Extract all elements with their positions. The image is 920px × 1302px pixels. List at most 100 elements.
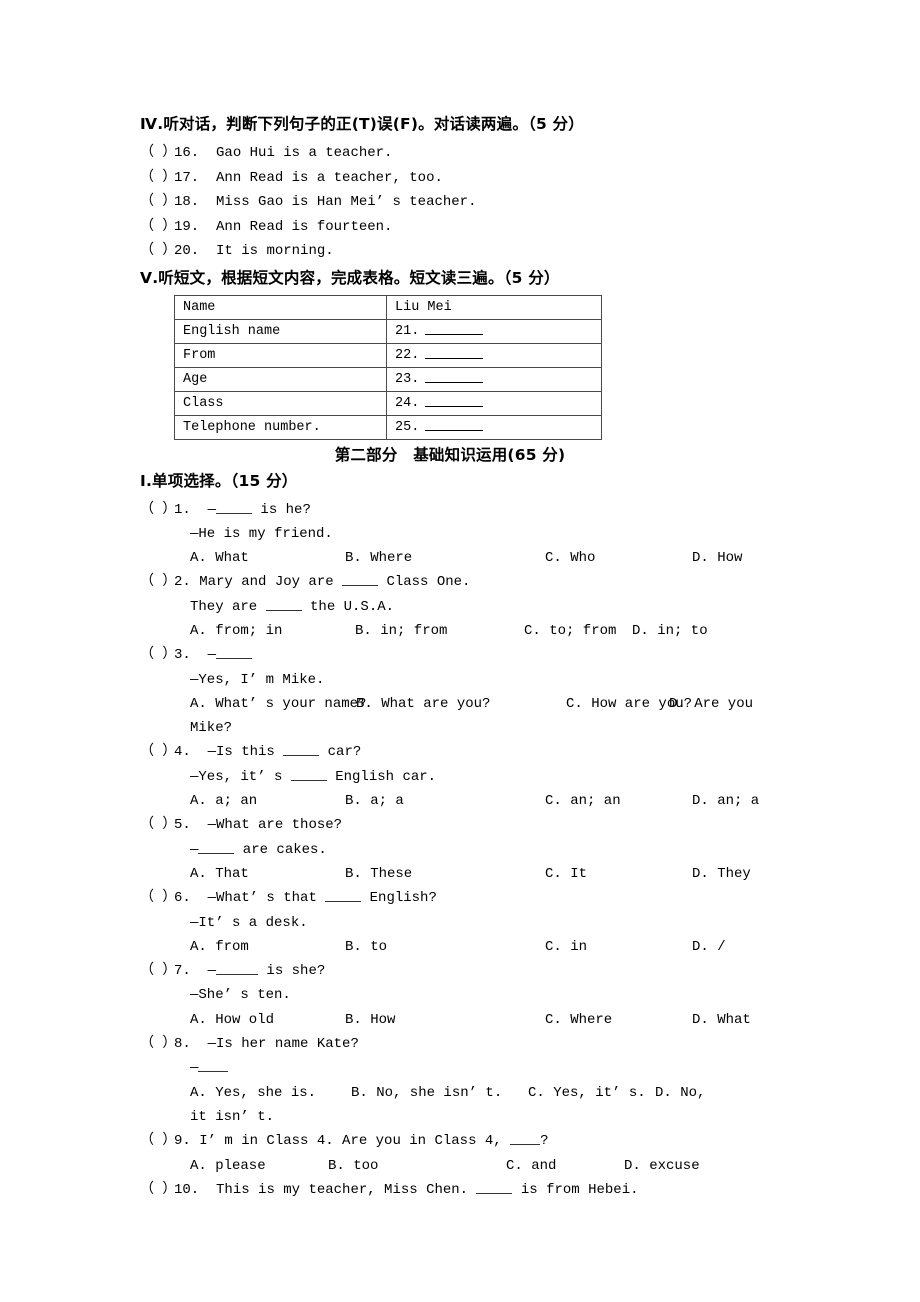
answer-blank[interactable] (342, 575, 379, 587)
list-item[interactable]: （ ）19. Ann Read is fourteen. (140, 215, 790, 240)
question-stem[interactable]: （ ）8. —Is her name Kate? (140, 1032, 790, 1056)
option-c[interactable]: C. to; from (524, 619, 632, 643)
option-c[interactable]: C. How are you? (566, 692, 692, 716)
answer-blank[interactable] (216, 648, 253, 660)
option-c[interactable]: C. an; an (545, 789, 692, 813)
question-number: 7. (174, 963, 191, 980)
option-a[interactable]: A. That (190, 862, 345, 886)
option-b[interactable]: B. These (345, 862, 545, 886)
answer-blank[interactable] (265, 600, 302, 611)
list-item[interactable]: （ ）18. Miss Gao is Han Mei’ s teacher. (140, 190, 790, 215)
answer-paren[interactable]: （ ） (140, 141, 176, 166)
answer-blank[interactable] (425, 347, 484, 359)
answer-paren[interactable]: （ ） (140, 1129, 176, 1153)
option-wrap-line: Mike? (190, 720, 233, 737)
answer-paren[interactable]: （ ） (140, 643, 176, 667)
option-a[interactable]: A. How old (190, 1008, 345, 1032)
option-b[interactable]: B. Where (345, 546, 545, 570)
answer-blank[interactable] (198, 1061, 229, 1073)
option-d[interactable]: D. No, (655, 1081, 705, 1105)
answer-paren[interactable]: （ ） (140, 239, 176, 264)
question-stem[interactable]: （ ）3. — (140, 643, 790, 667)
option-d[interactable]: D. Are you (669, 692, 753, 716)
option-d[interactable]: D. How (692, 546, 742, 570)
option-c[interactable]: C. Who (545, 546, 692, 570)
answer-blank[interactable] (290, 770, 327, 781)
question-stem[interactable]: （ ）2. Mary and Joy are Class One. (140, 570, 790, 594)
option-d[interactable]: D. in; to (632, 619, 708, 643)
answer-blank[interactable] (425, 419, 484, 431)
option-c[interactable]: C. Where (545, 1008, 692, 1032)
question-stem[interactable]: （ ）9. I’ m in Class 4. Are you in Class … (140, 1129, 790, 1153)
answer-blank[interactable] (425, 323, 484, 335)
option-d[interactable]: D. an; a (692, 789, 759, 813)
question-stem[interactable]: （ ）7. — is she? (140, 959, 790, 983)
table-cell-value[interactable]: 23. (386, 366, 602, 392)
option-a[interactable]: A. please (190, 1154, 328, 1178)
option-a[interactable]: A. What’ s your name? (190, 692, 366, 716)
option-b[interactable]: B. to (345, 935, 545, 959)
answer-blank[interactable] (325, 891, 362, 903)
option-c[interactable]: C. Yes, it’ s. (528, 1081, 655, 1105)
option-d[interactable]: D. excuse (624, 1154, 700, 1178)
question-number: 2. (174, 574, 191, 591)
option-b[interactable]: B. a; a (345, 789, 545, 813)
table-cell-value[interactable]: 22. (386, 342, 602, 368)
table-cell-value[interactable]: 24. (386, 390, 602, 416)
option-b[interactable]: B. too (328, 1154, 506, 1178)
question-stem[interactable]: （ ）5. —What are those? (140, 813, 790, 837)
answer-blank[interactable] (425, 371, 484, 383)
answer-blank[interactable] (510, 1134, 541, 1146)
question-1: （ ）1. — is he? —He is my friend. A. What… (140, 498, 790, 571)
answer-paren[interactable]: （ ） (140, 1178, 176, 1202)
question-stem[interactable]: （ ）6. —What’ s that English? (140, 886, 790, 910)
answer-paren[interactable]: （ ） (140, 813, 176, 837)
answer-paren[interactable]: （ ） (140, 959, 176, 983)
answer-blank[interactable] (216, 964, 259, 976)
option-b[interactable]: B. in; from (355, 619, 524, 643)
answer-paren[interactable]: （ ） (140, 215, 176, 240)
question-number: 17. (174, 169, 200, 186)
option-b[interactable]: B. No, she isn’ t. (351, 1081, 528, 1105)
mc-section-heading: Ⅰ.单项选择。（15 分） (140, 471, 298, 490)
answer-blank[interactable] (283, 745, 320, 757)
answer-paren[interactable]: （ ） (140, 570, 176, 594)
true-false-list: （ ）16. Gao Hui is a teacher. （ ）17. Ann … (140, 141, 790, 264)
option-a[interactable]: A. Yes, she is. (190, 1081, 351, 1105)
option-b[interactable]: B. What are you? (356, 692, 566, 716)
option-a[interactable]: A. What (190, 546, 345, 570)
answer-paren[interactable]: （ ） (140, 1032, 176, 1056)
table-cell-value[interactable]: 25. (386, 414, 602, 440)
list-item[interactable]: （ ）17. Ann Read is a teacher, too. (140, 166, 790, 191)
question-stem[interactable]: （ ）4. —Is this car? (140, 740, 790, 764)
answer-paren[interactable]: （ ） (140, 190, 176, 215)
stem-text-b: is he? (252, 501, 311, 518)
option-wrap-line: it isn’ t. (190, 1108, 275, 1125)
answer-paren[interactable]: （ ） (140, 886, 176, 910)
answer-paren[interactable]: （ ） (140, 166, 176, 191)
stem-text-a: I’ m in Class 4. Are you in Class 4, (199, 1133, 511, 1150)
option-b[interactable]: B. How (345, 1008, 545, 1032)
stem-text-a: This is my teacher, Miss Chen. (216, 1181, 477, 1198)
option-a[interactable]: A. a; an (190, 789, 345, 813)
option-d[interactable]: D. They (692, 862, 751, 886)
cell-text: 25. (395, 419, 420, 435)
list-item[interactable]: （ ）20. It is morning. (140, 239, 790, 264)
answer-blank[interactable] (216, 503, 253, 514)
table-cell-value[interactable]: 21. (386, 318, 602, 344)
option-a[interactable]: A. from; in (190, 619, 355, 643)
answer-blank[interactable] (425, 395, 484, 407)
option-c[interactable]: C. in (545, 935, 692, 959)
option-d[interactable]: D. What (692, 1008, 751, 1032)
answer-paren[interactable]: （ ） (140, 498, 176, 522)
question-stem[interactable]: （ ）10. This is my teacher, Miss Chen. is… (140, 1178, 790, 1202)
option-d[interactable]: D. / (692, 935, 726, 959)
answer-blank[interactable] (476, 1183, 513, 1194)
answer-blank[interactable] (198, 843, 235, 854)
option-c[interactable]: C. It (545, 862, 692, 886)
option-c[interactable]: C. and (506, 1154, 624, 1178)
list-item[interactable]: （ ）16. Gao Hui is a teacher. (140, 141, 790, 166)
question-stem[interactable]: （ ）1. — is he? (140, 498, 790, 522)
option-a[interactable]: A. from (190, 935, 345, 959)
answer-paren[interactable]: （ ） (140, 740, 176, 764)
